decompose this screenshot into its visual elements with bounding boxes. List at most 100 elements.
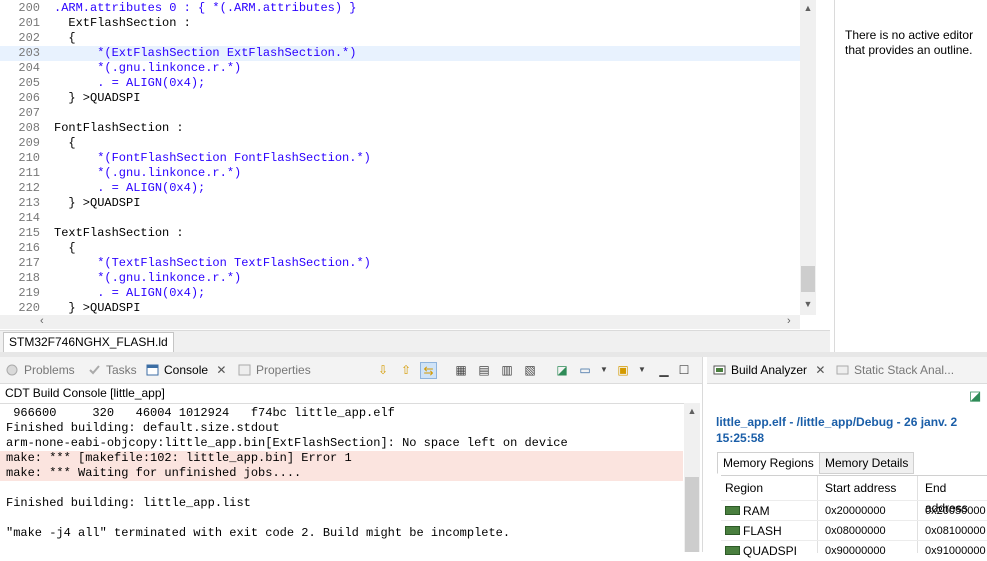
- tab-console[interactable]: Console ✕: [146, 361, 226, 379]
- table-row[interactable]: RAM 0x20000000 0x20050000: [721, 500, 987, 521]
- line-text: *(ExtFlashSection ExtFlashSection.*): [54, 46, 357, 60]
- code-line[interactable]: 219 . = ALIGN(0x4);: [0, 286, 800, 301]
- region-name: FLASH: [743, 524, 782, 538]
- minimize-icon[interactable]: ▁: [656, 362, 672, 378]
- tab-memory-details[interactable]: Memory Details: [819, 452, 915, 474]
- line-text: *(FontFlashSection FontFlashSection.*): [54, 151, 371, 165]
- line-number: 200: [18, 1, 40, 15]
- analyzer-heading-line2: 15:25:58: [716, 431, 765, 445]
- tab-tasks-label: Tasks: [106, 363, 137, 377]
- editor-horizontal-scrollbar[interactable]: ‹ ›: [0, 315, 800, 329]
- export-icon[interactable]: ◪: [969, 388, 981, 404]
- tab-build-analyzer-label: Build Analyzer: [731, 363, 808, 377]
- code-line[interactable]: 217 *(TextFlashSection TextFlashSection.…: [0, 256, 800, 271]
- code-line[interactable]: 215 TextFlashSection :: [0, 226, 800, 241]
- code-line[interactable]: 204 *(.gnu.linkonce.r.*): [0, 61, 800, 76]
- scroll-left-icon[interactable]: ‹: [40, 315, 44, 327]
- memory-regions-table: Region Start address End address RAM 0x20…: [721, 475, 987, 558]
- scroll-right-icon[interactable]: ›: [787, 315, 791, 327]
- column-header-region[interactable]: Region: [725, 478, 763, 498]
- maximize-icon[interactable]: ☐: [676, 362, 692, 378]
- open-console-icon[interactable]: ◪: [554, 362, 570, 378]
- end-address-cell: 0x20050000: [925, 505, 986, 517]
- code-line[interactable]: 213 } >QUADSPI: [0, 196, 800, 211]
- tab-problems[interactable]: Problems: [6, 361, 75, 379]
- properties-icon: [238, 363, 252, 376]
- editor-vertical-scrollbar[interactable]: ▲ ▼: [800, 0, 816, 315]
- line-number: 206: [18, 91, 40, 105]
- show-on-output-icon[interactable]: ▤: [476, 362, 492, 378]
- code-line[interactable]: 202 {: [0, 31, 800, 46]
- column-header-end[interactable]: End address: [925, 478, 987, 515]
- scroll-up-arrow-icon[interactable]: ⇧: [398, 362, 414, 378]
- code-line[interactable]: 203 *(ExtFlashSection ExtFlashSection.*): [0, 46, 800, 61]
- tab-static-stack-analyzer[interactable]: Static Stack Anal...: [836, 361, 954, 379]
- chevron-down-icon[interactable]: ▼: [634, 362, 650, 378]
- code-line[interactable]: 207: [0, 106, 800, 121]
- line-number: 214: [18, 211, 40, 225]
- line-number: 204: [18, 61, 40, 75]
- code-line[interactable]: 214: [0, 211, 800, 226]
- console-scrollbar[interactable]: ▲: [684, 403, 700, 552]
- code-line[interactable]: 210 *(FontFlashSection FontFlashSection.…: [0, 151, 800, 166]
- code-line[interactable]: 218 *(.gnu.linkonce.r.*): [0, 271, 800, 286]
- pin-console-icon[interactable]: ▦: [453, 362, 469, 378]
- start-address-cell: 0x08000000: [825, 525, 886, 537]
- code-line[interactable]: 208 FontFlashSection :: [0, 121, 800, 136]
- line-text: .ARM.attributes 0 : { *(.ARM.attributes)…: [54, 1, 357, 15]
- code-line[interactable]: 200 .ARM.attributes 0 : { *(.ARM.attribut…: [0, 1, 800, 16]
- memory-chip-icon: [725, 526, 740, 535]
- line-number: 216: [18, 241, 40, 255]
- console-scroll-thumb[interactable]: [685, 477, 699, 552]
- clear-console-icon[interactable]: ▧: [522, 362, 538, 378]
- tab-tasks[interactable]: Tasks: [88, 361, 137, 379]
- tab-linker-file[interactable]: STM32F746NGHX_FLASH.ld: [3, 332, 174, 352]
- linker-script-editor[interactable]: 200 .ARM.attributes 0 : { *(.ARM.attribut…: [0, 0, 830, 353]
- start-address-cell: 0x20000000: [825, 505, 886, 517]
- scroll-lock-icon[interactable]: ⇆: [420, 362, 437, 379]
- chevron-down-icon[interactable]: ▼: [596, 362, 612, 378]
- word-wrap-icon[interactable]: ▥: [499, 362, 515, 378]
- close-icon[interactable]: ✕: [216, 363, 226, 377]
- line-number: 218: [18, 271, 40, 285]
- scroll-down-arrow-icon[interactable]: ⇩: [375, 362, 391, 378]
- scroll-down-icon[interactable]: ▼: [800, 297, 816, 311]
- scroll-up-icon[interactable]: ▲: [684, 404, 700, 418]
- code-area[interactable]: 200 .ARM.attributes 0 : { *(.ARM.attribut…: [0, 0, 800, 315]
- line-text: } >QUADSPI: [54, 301, 141, 315]
- code-line[interactable]: 209 {: [0, 136, 800, 151]
- tab-stack-analyzer-label: Static Stack Anal...: [854, 363, 955, 377]
- line-text: . = ALIGN(0x4);: [54, 76, 206, 90]
- scroll-thumb[interactable]: [801, 266, 815, 292]
- scroll-up-icon[interactable]: ▲: [800, 1, 816, 15]
- code-line[interactable]: 206 } >QUADSPI: [0, 91, 800, 106]
- console-panel: Problems Tasks Console ✕ Properties ⇩ ⇧ …: [0, 357, 703, 552]
- code-line[interactable]: 212 . = ALIGN(0x4);: [0, 181, 800, 196]
- console-line: 966600 320 46004 1012924 f74bc little_ap…: [6, 406, 395, 420]
- code-line[interactable]: 205 . = ALIGN(0x4);: [0, 76, 800, 91]
- tab-build-analyzer[interactable]: Build Analyzer ✕: [713, 361, 825, 379]
- close-icon[interactable]: ✕: [815, 363, 825, 377]
- line-number: 202: [18, 31, 40, 45]
- code-line[interactable]: 216 {: [0, 241, 800, 256]
- column-header-start[interactable]: Start address: [825, 478, 896, 498]
- end-address-cell: 0x08100000: [925, 525, 986, 537]
- console-line: make: *** Waiting for unfinished jobs...…: [0, 466, 683, 481]
- new-console-icon[interactable]: ▣: [615, 362, 631, 378]
- tab-console-label: Console: [164, 363, 209, 377]
- tab-properties[interactable]: Properties: [238, 361, 311, 379]
- build-analyzer-icon: [713, 363, 727, 375]
- tab-memory-regions[interactable]: Memory Regions: [717, 452, 820, 474]
- analyzer-heading-line1: little_app.elf - /little_app/Debug - 26 …: [716, 415, 958, 429]
- analyzer-tab-bar: Build Analyzer ✕ Static Stack Anal...: [707, 357, 987, 384]
- table-row[interactable]: QUADSPI 0x90000000 0x91000000: [721, 540, 987, 561]
- code-line[interactable]: 211 *(.gnu.linkonce.r.*): [0, 166, 800, 181]
- console-output[interactable]: 966600 320 46004 1012924 f74bc little_ap…: [0, 403, 684, 553]
- table-row[interactable]: FLASH 0x08000000 0x08100000: [721, 520, 987, 541]
- line-text: {: [54, 31, 76, 45]
- code-line[interactable]: 201 ExtFlashSection :: [0, 16, 800, 31]
- code-line[interactable]: 220 } >QUADSPI: [0, 301, 800, 315]
- problems-icon: [6, 363, 20, 376]
- line-text: . = ALIGN(0x4);: [54, 286, 206, 300]
- display-console-icon[interactable]: ▭: [577, 362, 593, 378]
